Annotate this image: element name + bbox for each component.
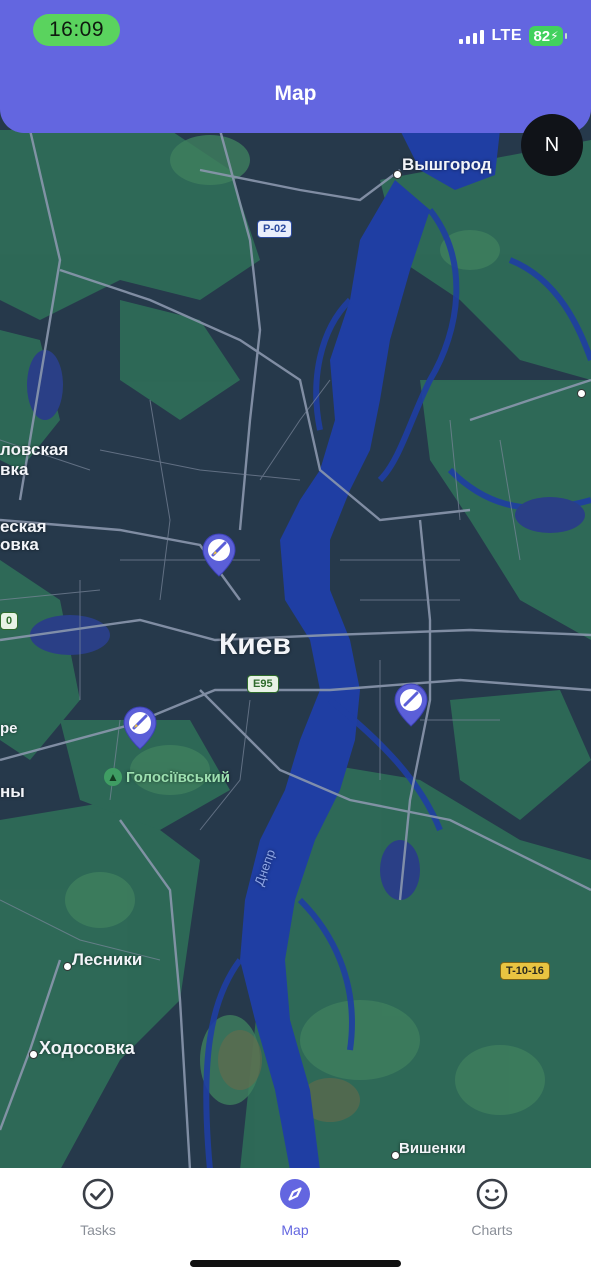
battery-level: 82 (533, 27, 551, 45)
tab-map[interactable]: Map (235, 1168, 355, 1248)
status-time: 16:09 (33, 14, 120, 46)
status-indicators: LTE 82 ⚡ (459, 24, 567, 48)
tab-charts[interactable]: Charts (432, 1168, 552, 1248)
place-label-left-3: ре (0, 720, 18, 737)
place-label-vishenki: Вишенки (399, 1140, 466, 1157)
signal-icon (459, 28, 485, 44)
place-label-lesniki: Лесники (72, 950, 143, 969)
place-label-left-4: ны (0, 782, 25, 801)
place-label-left-2a: еская (0, 517, 47, 536)
vyshgorod-marker (393, 170, 402, 179)
road-shield-e95: E95 (247, 675, 279, 693)
tab-charts-label: Charts (471, 1222, 513, 1238)
compass-button[interactable]: N (521, 114, 583, 176)
network-type: LTE (491, 27, 522, 44)
map-view[interactable]: Вышгород P-02 ловская вка еская овка 0 К… (0, 0, 591, 1170)
edge-marker (577, 389, 586, 398)
map-canvas (0, 0, 591, 1170)
tab-tasks[interactable]: Tasks (38, 1168, 158, 1248)
task-pin-2[interactable] (122, 705, 158, 751)
check-circle-icon (82, 1178, 114, 1210)
place-label-left-1a: ловская (0, 440, 69, 459)
park-icon: ▲ (104, 768, 122, 786)
page-title: Map (274, 82, 317, 105)
place-label-left-2b: овка (0, 535, 39, 554)
place-label-vyshgorod: Вышгород (402, 155, 492, 174)
road-shield-t1016: T-10-16 (500, 962, 550, 980)
compass-icon (280, 1179, 310, 1209)
task-pin-1[interactable] (201, 532, 237, 578)
road-shield-p02: P-02 (257, 220, 293, 238)
lesniki-marker (63, 962, 72, 971)
compass-label: N (544, 133, 560, 156)
tab-tasks-label: Tasks (80, 1222, 116, 1238)
battery-icon: 82 ⚡ (529, 26, 567, 46)
place-label-left-1b: вка (0, 460, 29, 479)
task-pin-3[interactable] (393, 682, 429, 728)
smiley-icon (476, 1178, 508, 1210)
road-shield-edge: 0 (0, 612, 19, 630)
park-label-holosiivskyi: Голосіївський (126, 769, 230, 786)
khodosovka-marker (29, 1050, 38, 1059)
city-label-kyiv: Киев (219, 628, 291, 661)
app-header: 16:09 LTE 82 ⚡ Map (0, 0, 591, 133)
tab-map-label: Map (281, 1222, 309, 1238)
home-indicator (190, 1260, 401, 1267)
place-label-khodosovka: Ходосовка (39, 1038, 135, 1058)
